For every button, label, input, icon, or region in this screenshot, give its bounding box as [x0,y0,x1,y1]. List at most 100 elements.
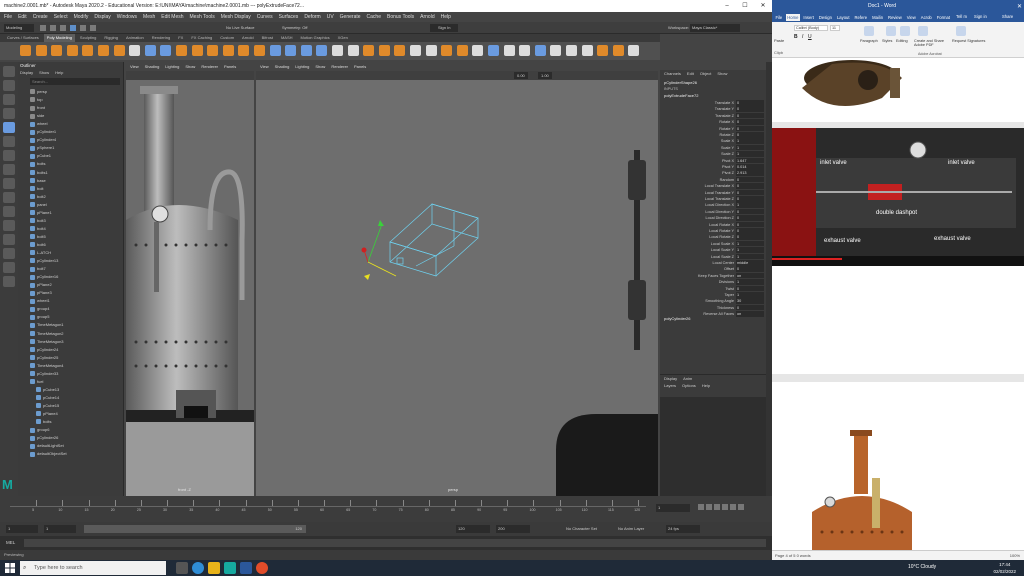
italic-button[interactable]: I [802,34,803,40]
word-tab[interactable]: Format [935,14,951,21]
underline-button[interactable]: U [808,34,812,40]
mel-label[interactable]: MEL [6,539,15,547]
ribbon-group-icon[interactable] [864,26,874,36]
channel-value[interactable]: 1 [736,247,764,253]
shelf-tool-icon[interactable] [20,45,31,56]
playback-start-field[interactable]: 1 [44,525,76,533]
shelf-tool-icon[interactable] [144,45,156,56]
channel-value[interactable]: 1 [736,292,764,298]
outliner-item[interactable]: base [18,177,124,185]
channel-value[interactable]: 30 [736,298,764,304]
current-frame-field[interactable]: 1 [656,504,690,512]
outliner-item[interactable]: pSphere1 [18,144,124,152]
outliner-item[interactable]: defaultObjectSet [18,450,124,458]
ribbon-group-icon[interactable] [956,26,966,36]
character-set[interactable]: No Character Set [566,525,597,533]
outliner-item[interactable]: group5 [18,313,124,321]
taskbar-search-input[interactable]: ⌕ Type here to search [20,561,166,575]
channel-box-object[interactable]: pCylinderShape26 [664,80,697,85]
viewport-menu-item[interactable]: Renderer [201,62,218,71]
channel-value[interactable]: 1 [736,279,764,285]
outliner-item[interactable]: pPlane4 [18,410,124,418]
channel-value[interactable]: 0 [736,215,764,221]
shelf-tab[interactable]: Poly Modeling [43,34,75,42]
viewport-menu-item[interactable]: Panels [224,62,236,71]
shelf-tool-icon[interactable] [222,45,234,56]
share-button[interactable]: Share [1002,14,1013,19]
tool-icon[interactable] [3,108,15,119]
edge-icon[interactable] [192,562,204,574]
shelf-tool-icon[interactable] [332,45,343,56]
tool-icon[interactable] [3,122,15,133]
layer-menu-item[interactable]: Help [702,382,710,389]
outliner-item[interactable]: L-ATCH [18,249,124,257]
outliner-item[interactable]: bolt [18,185,124,193]
outliner-item[interactable]: bolt4 [18,225,124,233]
tool-icon[interactable] [3,164,15,175]
channel-value[interactable]: 1.647 [736,157,764,164]
outliner-item[interactable]: TimeMetagon2 [18,330,124,338]
layer-tab[interactable]: Display [664,375,677,382]
menu-surfaces[interactable]: Surfaces [279,14,299,20]
shelf-tool-icon[interactable] [191,45,203,56]
shelf-tool-icon[interactable] [534,45,546,56]
outliner-menu-item[interactable]: Display [20,69,33,76]
symmetry-toggle[interactable]: Symmetry: Off [282,24,307,32]
shelf-tool-icon[interactable] [82,45,94,56]
viewport-menu-item[interactable]: Show [315,62,325,71]
shelf-tab[interactable]: Rendering [149,34,173,42]
shelf-tab[interactable]: Arnold [239,34,257,42]
shelf-tab[interactable]: Bifrost [259,34,276,42]
outliner-item[interactable]: panel [18,201,124,209]
tool-icon[interactable] [3,234,15,245]
fps-select[interactable]: 24 fps [666,525,700,533]
shelf-tab[interactable]: Curves / Surfaces [4,34,42,42]
viewport-front[interactable]: View Shading Lighting Show Renderer Panels [126,62,254,496]
channel-value[interactable]: 0 [736,119,764,125]
channel-value[interactable]: 0 [736,183,764,189]
outliner-item[interactable]: pCube1 [18,152,124,160]
outliner-item[interactable]: bolt3 [18,217,124,225]
tool-icon[interactable] [3,220,15,231]
windows-start-icon[interactable] [5,563,15,573]
channel-value[interactable]: 0 [736,304,764,311]
channel-value[interactable]: 0 [736,234,764,240]
shelf-tool-icon[interactable] [503,45,515,56]
shelf-tab[interactable]: Rigging [101,34,121,42]
word-tab[interactable]: Refere [853,14,869,21]
channel-value[interactable]: 1 [736,253,764,260]
channel-value[interactable]: 1 [736,138,764,144]
channel-value[interactable]: 0 [736,112,764,119]
menu-curves[interactable]: Curves [257,14,273,20]
file-explorer-icon[interactable] [208,562,220,574]
outliner-item[interactable]: pCube14 [18,394,124,402]
menu-mesh-display[interactable]: Mesh Display [221,14,251,20]
shelf-tool-icon[interactable] [316,45,328,56]
outliner-item[interactable]: bolt7 [18,265,124,273]
ribbon-group-label[interactable]: Create and Share Adobe PDF [914,39,950,48]
ribbon-group-icon[interactable] [886,26,896,36]
shelf-tool-icon[interactable] [285,45,297,56]
channel-value[interactable]: 0 [736,221,764,228]
mode-select[interactable]: Modeling [4,24,34,32]
channel-value[interactable]: middle [736,260,764,266]
channel-value[interactable]: 1 [736,240,764,247]
shelf-tool-icon[interactable] [550,45,562,56]
tool-icon[interactable] [3,94,15,105]
channel-value[interactable]: 0 [736,106,764,112]
embedded-video[interactable]: inlet valve inlet valve double dashpot e… [772,128,1024,266]
tell-me-input[interactable]: Tell m [956,14,967,19]
shelf-tool-icon[interactable] [519,45,531,56]
shelf-tool-icon[interactable] [472,45,484,56]
range-bar[interactable]: 120 [84,525,306,533]
ribbon-group-icon[interactable] [918,26,928,36]
shelf-tool-icon[interactable] [425,45,437,56]
shelf-tool-icon[interactable] [378,45,390,56]
outliner-item[interactable]: bolts [18,160,124,168]
step-forward-icon[interactable] [730,504,736,510]
menu-cache[interactable]: Cache [367,14,381,20]
outliner-item[interactable]: pCylinder26 [18,434,124,442]
go-start-icon[interactable] [698,504,704,510]
outliner-item[interactable]: front [18,104,124,112]
shelf-tab[interactable]: Custom [217,34,237,42]
